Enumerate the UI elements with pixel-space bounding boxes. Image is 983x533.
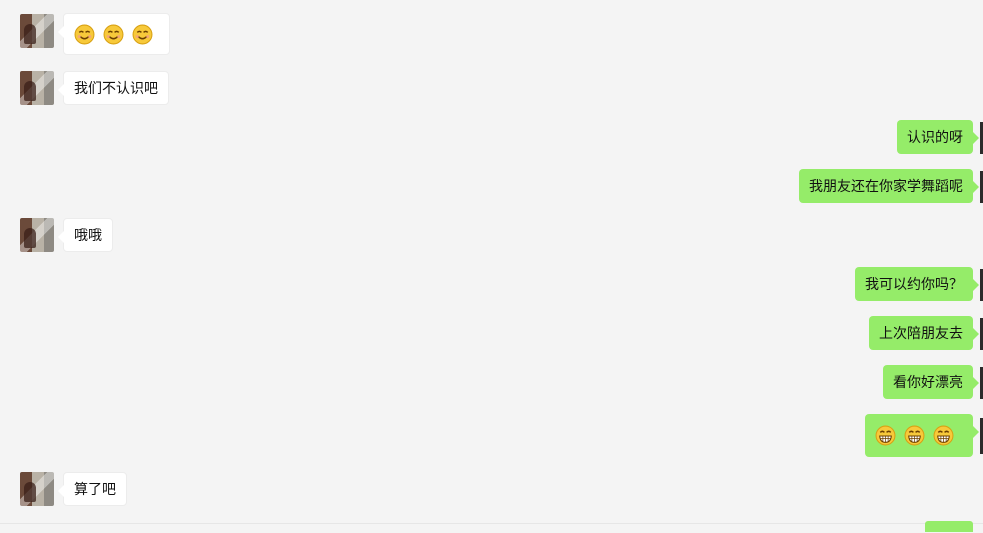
outgoing-bubble[interactable] <box>865 414 979 457</box>
smile-icon <box>103 24 124 44</box>
avatar[interactable] <box>20 218 54 252</box>
message-text: 我可以约你吗？ <box>865 277 963 293</box>
message-row: 看你好漂亮 <box>0 365 983 399</box>
outgoing-bubble[interactable]: 认识的呀 <box>897 120 979 154</box>
outgoing-bubble[interactable]: 上次陪朋友去 <box>869 316 979 350</box>
incoming-bubble[interactable]: 算了吧 <box>58 472 127 506</box>
avatar[interactable] <box>20 472 54 506</box>
message-text: 我们不认识吧 <box>74 81 158 97</box>
grin-icon <box>933 425 954 446</box>
smile-icon <box>74 24 95 44</box>
message-row: 我们不认识吧 <box>0 71 983 105</box>
message-row: 我可以约你吗？ <box>0 267 983 301</box>
message-text: 看你好漂亮 <box>893 375 963 391</box>
message-row <box>0 414 983 457</box>
incoming-bubble[interactable]: 哦哦 <box>58 218 113 252</box>
message-text: 上次陪朋友去 <box>879 326 963 342</box>
avatar[interactable] <box>20 14 54 48</box>
grin-icon <box>875 425 896 446</box>
message-text: 哦哦 <box>74 228 102 244</box>
message-text: 算了吧 <box>74 482 116 498</box>
avatar[interactable] <box>20 71 54 105</box>
outgoing-bubble[interactable]: 我朋友还在你家学舞蹈呢 <box>799 169 979 203</box>
message-row: 上次陪朋友去 <box>0 316 983 350</box>
outgoing-bubble[interactable]: 我可以约你吗？ <box>855 267 979 301</box>
message-row <box>0 13 983 55</box>
message-row: 算了吧 <box>0 472 983 506</box>
incoming-bubble[interactable] <box>58 13 170 55</box>
message-row: 认识的呀 <box>0 120 983 154</box>
message-text: 认识的呀 <box>907 130 963 146</box>
message-row: 我朋友还在你家学舞蹈呢 <box>0 169 983 203</box>
message-text: 我朋友还在你家学舞蹈呢 <box>809 179 963 195</box>
message-row: 哦哦 <box>0 218 983 252</box>
outgoing-bubble-partial[interactable] <box>925 521 973 532</box>
incoming-bubble[interactable]: 我们不认识吧 <box>58 71 169 105</box>
smile-icon <box>132 24 153 44</box>
grin-icon <box>904 425 925 446</box>
outgoing-bubble[interactable]: 看你好漂亮 <box>883 365 979 399</box>
